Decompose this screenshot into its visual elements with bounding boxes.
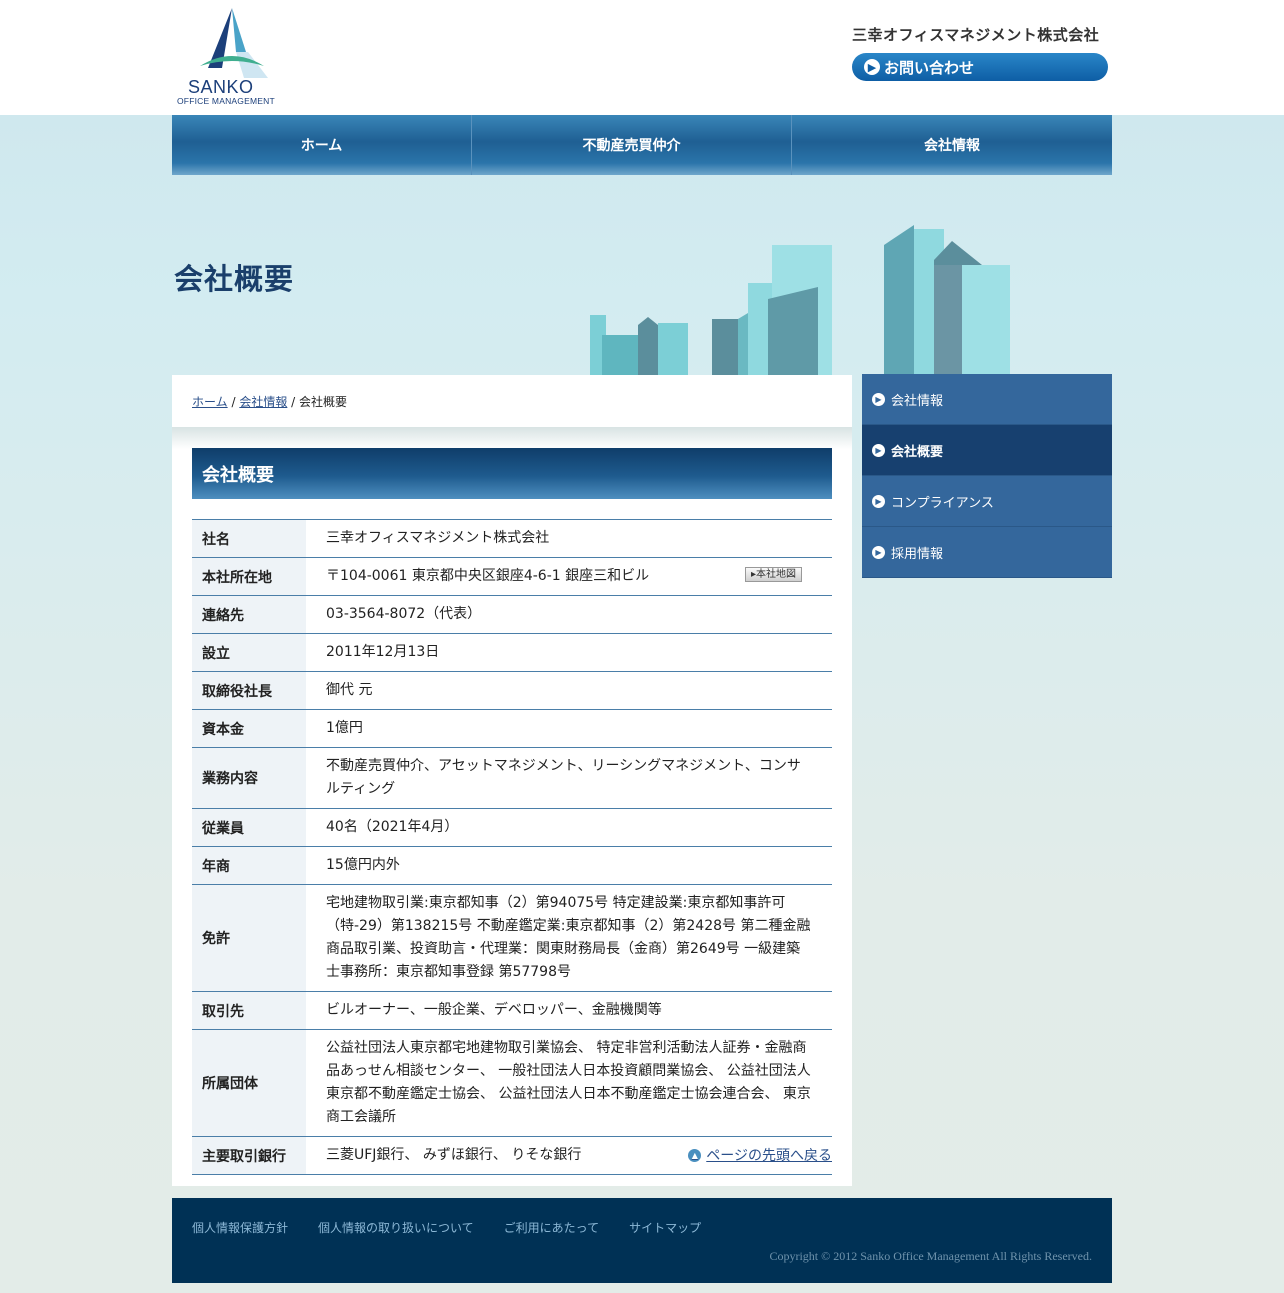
breadcrumb-current: / 会社概要 xyxy=(287,395,348,409)
row-value-text: ビルオーナー、一般企業、デベロッパー、金融機関等 xyxy=(326,1002,662,1018)
sidebar-item-company-overview[interactable]: ▶ 会社概要 xyxy=(862,425,1112,476)
row-value-text: 宅地建物取引業:東京都知事（2）第94075号 特定建設業:東京都知事許可（特-… xyxy=(326,895,811,980)
sidebar: ▶ 会社情報 ▶ 会社概要 ▶ コンプライアンス ▶ 採用情報 xyxy=(862,374,1112,578)
footer-links: 個人情報保護方針 個人情報の取り扱いについて ご利用にあたって サイトマップ xyxy=(192,1219,731,1236)
breadcrumb-home[interactable]: ホーム xyxy=(192,395,228,409)
contact-button-label: お問い合わせ xyxy=(884,58,975,77)
row-label: 設立 xyxy=(192,633,306,672)
logo-subtitle: OFFICE MANAGEMENT xyxy=(177,96,275,106)
nav-item-home[interactable]: ホーム xyxy=(172,115,472,175)
table-row: 取締役社長 御代 元 xyxy=(192,671,832,710)
arrow-up-circle-icon: ▲ xyxy=(688,1148,702,1162)
arrow-circle-icon: ▶ xyxy=(872,545,885,559)
sidebar-item-label: 会社概要 xyxy=(891,444,944,460)
row-value-text: 三幸オフィスマネジメント株式会社 xyxy=(326,530,550,546)
row-value: 〒104-0061 東京都中央区銀座4-6-1 銀座三和ビル ▸本社地図 xyxy=(306,557,832,596)
page-title: 会社概要 xyxy=(174,262,295,296)
row-label: 業務内容 xyxy=(192,747,306,809)
row-value-text: 2011年12月13日 xyxy=(326,644,440,660)
footer-link-terms[interactable]: ご利用にあたって xyxy=(504,1219,599,1236)
sidebar-item-compliance[interactable]: ▶ コンプライアンス xyxy=(862,476,1112,527)
row-value: 03-3564-8072（代表） xyxy=(306,595,832,634)
row-label: 従業員 xyxy=(192,808,306,847)
row-label: 取引先 xyxy=(192,991,306,1030)
row-value-text: 1億円 xyxy=(326,720,363,736)
table-row: 業務内容 不動産売買仲介、アセットマネジメント、リーシングマネジメント、コンサルテ… xyxy=(192,747,832,809)
row-label: 取締役社長 xyxy=(192,671,306,710)
company-name-header: 三幸オフィスマネジメント株式会社 xyxy=(852,26,1100,44)
section-heading: 会社概要 xyxy=(192,448,832,499)
row-label: 所属団体 xyxy=(192,1029,306,1137)
row-value: 40名（2021年4月） xyxy=(306,808,832,847)
sidebar-item-label: 採用情報 xyxy=(891,546,944,562)
table-row: 免許 宅地建物取引業:東京都知事（2）第94075号 特定建設業:東京都知事許可（… xyxy=(192,884,832,992)
breadcrumb: ホーム / 会社情報 / 会社概要 xyxy=(192,393,347,410)
row-value-text: 御代 元 xyxy=(326,682,373,698)
page-top-link[interactable]: ▲ ページの先頭へ戻る xyxy=(688,1145,832,1165)
row-label: 資本金 xyxy=(192,709,306,748)
row-value-text: 〒104-0061 東京都中央区銀座4-6-1 銀座三和ビル xyxy=(326,568,650,584)
row-value: 不動産売買仲介、アセットマネジメント、リーシングマネジメント、コンサルティング xyxy=(306,747,832,809)
sidebar-item-label: コンプライアンス xyxy=(891,495,994,511)
global-nav: ホーム 不動産売買仲介 会社情報 xyxy=(172,115,1112,175)
nav-item-company[interactable]: 会社情報 xyxy=(792,115,1112,175)
row-value-text: 15億円内外 xyxy=(326,857,400,873)
table-row: 所属団体 公益社団法人東京都宅地建物取引業協会、 特定非営利活動法人証券・金融商品… xyxy=(192,1029,832,1137)
row-value-text: 三菱UFJ銀行、 みずほ銀行、 りそな銀行 xyxy=(326,1147,582,1163)
buildings-illustration xyxy=(590,225,1010,375)
arrow-circle-icon: ▶ xyxy=(872,443,885,457)
table-row: 従業員 40名（2021年4月） xyxy=(192,808,832,847)
table-row: 本社所在地 〒104-0061 東京都中央区銀座4-6-1 銀座三和ビル ▸本社地図 xyxy=(192,557,832,596)
table-row: 設立 2011年12月13日 xyxy=(192,633,832,672)
row-label: 連絡先 xyxy=(192,595,306,634)
table-row: 取引先 ビルオーナー、一般企業、デベロッパー、金融機関等 xyxy=(192,991,832,1030)
row-value-text: 不動産売買仲介、アセットマネジメント、リーシングマネジメント、コンサルティング xyxy=(326,758,801,797)
table-row: 資本金 1億円 xyxy=(192,709,832,748)
row-value-text: 公益社団法人東京都宅地建物取引業協会、 特定非営利活動法人証券・金融商品あっせん… xyxy=(326,1040,811,1125)
logo-name: SANKO xyxy=(188,77,254,97)
row-value-text: 40名（2021年4月） xyxy=(326,819,459,835)
row-label: 免許 xyxy=(192,884,306,992)
copyright: Copyright © 2012 Sanko Office Management… xyxy=(769,1249,1092,1263)
row-label: 主要取引銀行 xyxy=(192,1136,306,1175)
row-value: 宅地建物取引業:東京都知事（2）第94075号 特定建設業:東京都知事許可（特-… xyxy=(306,884,832,992)
contact-button[interactable]: ▶ お問い合わせ xyxy=(852,53,1108,81)
main-content: ホーム / 会社情報 / 会社概要 会社概要 社名 三幸オフィスマネジメント株式会… xyxy=(172,375,852,1186)
footer-link-personal-info[interactable]: 個人情報の取り扱いについて xyxy=(318,1219,474,1236)
row-label: 年商 xyxy=(192,846,306,885)
row-value: 15億円内外 xyxy=(306,846,832,885)
row-value: ビルオーナー、一般企業、デベロッパー、金融機関等 xyxy=(306,991,832,1030)
row-label: 本社所在地 xyxy=(192,557,306,596)
row-value: 1億円 xyxy=(306,709,832,748)
sidebar-item-recruit[interactable]: ▶ 採用情報 xyxy=(862,527,1112,578)
footer-link-privacy-policy[interactable]: 個人情報保護方針 xyxy=(192,1219,288,1236)
table-row: 連絡先 03-3564-8072（代表） xyxy=(192,595,832,634)
row-value: 三幸オフィスマネジメント株式会社 xyxy=(306,519,832,558)
arrow-circle-icon: ▶ xyxy=(872,494,885,508)
sidebar-item-company-info[interactable]: ▶ 会社情報 xyxy=(862,374,1112,425)
logo-mark-icon xyxy=(200,8,268,78)
table-row: 年商 15億円内外 xyxy=(192,846,832,885)
table-row: 社名 三幸オフィスマネジメント株式会社 xyxy=(192,519,832,558)
logo[interactable]: SANKO OFFICE MANAGEMENT xyxy=(174,6,284,106)
row-label: 社名 xyxy=(192,519,306,558)
row-value: 2011年12月13日 xyxy=(306,633,832,672)
page-top-label: ページの先頭へ戻る xyxy=(706,1148,832,1164)
row-value-text: 03-3564-8072（代表） xyxy=(326,606,482,622)
row-value: 公益社団法人東京都宅地建物取引業協会、 特定非営利活動法人証券・金融商品あっせん… xyxy=(306,1029,832,1137)
head-office-map-button[interactable]: ▸本社地図 xyxy=(745,567,802,582)
footer: 個人情報保護方針 個人情報の取り扱いについて ご利用にあたって サイトマップ C… xyxy=(172,1198,1112,1283)
nav-item-real-estate[interactable]: 不動産売買仲介 xyxy=(472,115,792,175)
arrow-circle-icon: ▶ xyxy=(864,59,880,75)
breadcrumb-company[interactable]: 会社情報 xyxy=(239,395,287,409)
breadcrumb-shadow xyxy=(172,427,852,449)
company-profile-table: 社名 三幸オフィスマネジメント株式会社 本社所在地 〒104-0061 東京都中央区銀… xyxy=(192,519,832,1175)
breadcrumb-separator: / xyxy=(227,395,236,409)
arrow-circle-icon: ▶ xyxy=(872,392,885,406)
row-value: 御代 元 xyxy=(306,671,832,710)
footer-link-sitemap[interactable]: サイトマップ xyxy=(629,1219,701,1236)
sidebar-item-label: 会社情報 xyxy=(891,393,944,409)
